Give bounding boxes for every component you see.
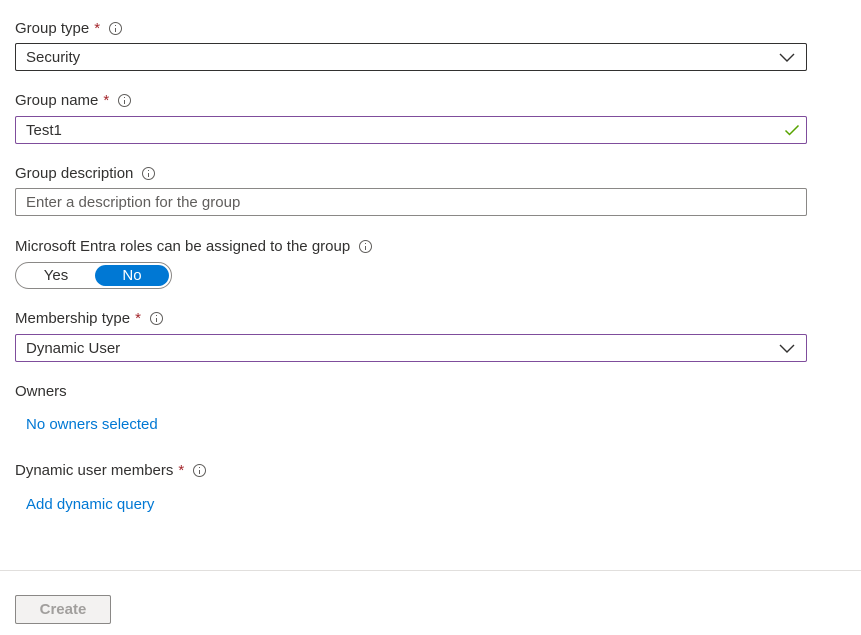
membership-type-label-row: Membership type * [15, 307, 163, 329]
required-asterisk: * [94, 19, 101, 37]
create-button[interactable]: Create [15, 595, 111, 624]
group-name-label: Group name [15, 91, 99, 109]
info-icon[interactable] [142, 166, 156, 180]
footer-divider [0, 570, 861, 571]
group-type-dropdown[interactable]: Security [15, 43, 807, 71]
entra-roles-label: Microsoft Entra roles can be assigned to… [15, 237, 351, 255]
group-type-value: Security [26, 48, 81, 66]
add-dynamic-query-link[interactable]: Add dynamic query [26, 493, 154, 515]
entra-roles-label-row: Microsoft Entra roles can be assigned to… [15, 235, 373, 257]
info-icon[interactable] [149, 311, 163, 325]
chevron-down-icon [779, 344, 795, 353]
info-icon[interactable] [109, 21, 123, 35]
membership-type-label: Membership type [15, 309, 131, 327]
group-description-label: Group description [15, 164, 134, 182]
group-description-input[interactable]: Enter a description for the group [15, 188, 807, 216]
group-type-label-row: Group type * [15, 17, 123, 39]
owners-label: Owners [15, 382, 67, 400]
checkmark-icon [784, 124, 800, 136]
membership-type-value: Dynamic User [26, 339, 121, 357]
entra-roles-toggle[interactable]: Yes No [15, 262, 172, 289]
group-description-placeholder: Enter a description for the group [26, 193, 241, 211]
group-name-input[interactable]: Test1 [15, 116, 807, 144]
chevron-down-icon [779, 53, 795, 62]
required-asterisk: * [135, 309, 141, 327]
info-icon[interactable] [359, 239, 373, 253]
info-icon[interactable] [193, 463, 207, 477]
group-name-label-row: Group name * [15, 89, 132, 111]
group-description-label-row: Group description [15, 162, 156, 184]
dynamic-members-label-row: Dynamic user members * [15, 459, 207, 481]
toggle-no-option[interactable]: No [95, 265, 169, 286]
group-type-label: Group type [15, 19, 90, 37]
dynamic-members-label: Dynamic user members [15, 461, 174, 479]
toggle-yes-option[interactable]: Yes [16, 263, 96, 288]
owners-label-row: Owners [15, 380, 67, 402]
group-name-value: Test1 [26, 121, 62, 139]
no-owners-selected-link[interactable]: No owners selected [26, 413, 158, 435]
info-icon[interactable] [118, 93, 132, 107]
membership-type-dropdown[interactable]: Dynamic User [15, 334, 807, 362]
required-asterisk: * [103, 91, 110, 109]
required-asterisk: * [178, 461, 185, 479]
